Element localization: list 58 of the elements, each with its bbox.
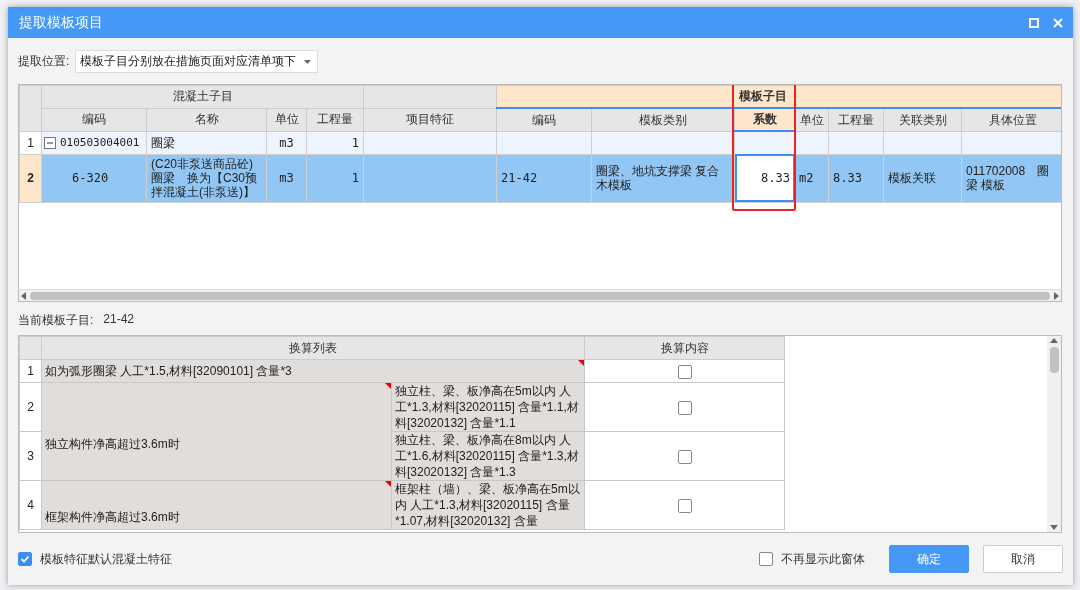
caret-icon xyxy=(304,59,312,64)
table-cell: 框架构件净高超过3.6m时 xyxy=(41,480,392,530)
checkbox[interactable] xyxy=(677,401,692,416)
row-number: 2 xyxy=(19,382,42,432)
checkbox-label: 模板特征默认混凝土特征 xyxy=(40,550,172,568)
collapse-icon[interactable] xyxy=(44,136,56,149)
row-number: 2 xyxy=(19,154,42,203)
table-cell: 框架柱（墙）、梁、板净高在5m以内 人工*1.3,材料[32020115] 含量*1.07,材料[32020132] 含量 xyxy=(391,480,585,530)
table-cell: 1 xyxy=(306,154,364,203)
table-cell: 011702008 圈梁 模板 xyxy=(961,154,1061,203)
table-cell: 独立柱、梁、板净高在5m以内 人工*1.3,材料[32020115] 含量*1.1,材料[32020132] 含量*1.1 xyxy=(391,382,585,432)
checkbox[interactable] xyxy=(677,450,692,465)
table-cell: m3 xyxy=(266,154,307,203)
row-number: 3 xyxy=(19,431,42,481)
left-arrow-icon xyxy=(21,291,26,300)
cancel-button[interactable]: 取消 xyxy=(983,545,1063,573)
horizontal-scrollbar[interactable] xyxy=(19,288,1061,302)
group-header: 模板子目 xyxy=(496,85,1061,109)
up-arrow-icon xyxy=(1050,338,1058,344)
table-cell: 独立构件净高超过3.6m时 xyxy=(41,382,392,481)
table-cell: 圈梁 xyxy=(146,131,267,155)
down-arrow-icon xyxy=(1050,525,1058,530)
column-header[interactable]: 名称 xyxy=(146,108,267,132)
maximize-icon[interactable] xyxy=(1029,17,1039,28)
table-cell: 模板关联 xyxy=(883,154,962,203)
checkbox[interactable] xyxy=(18,552,32,566)
scrollbar-thumb[interactable] xyxy=(30,291,1050,300)
checkbox[interactable] xyxy=(759,552,773,566)
checkbox-label: 不再显示此窗体 xyxy=(781,550,865,568)
row-number: 4 xyxy=(19,480,42,530)
table-cell: 独立柱、梁、板净高在8m以内 人工*1.6,材料[32020115] 含量*1.3,材料[32020132] 含量*1.3 xyxy=(391,431,585,481)
table-cell: 6-320 xyxy=(41,154,147,203)
table-cell: 21-42 xyxy=(496,154,592,203)
table-cell: 8.33 xyxy=(828,154,884,203)
table-cell: 如为弧形圈梁 人工*1.5,材料[32090101] 含量*3 xyxy=(41,359,585,383)
group-header: 混凝土子目 xyxy=(41,85,364,109)
header-cell xyxy=(19,85,42,132)
current-item-label: 当前模板子目: xyxy=(18,312,94,330)
table-cell: m2 xyxy=(794,154,829,203)
right-arrow-icon xyxy=(1054,291,1059,300)
column-header: 换算列表 xyxy=(41,336,585,360)
location-dropdown[interactable]: 模板子目分别放在措施页面对应清单项下 xyxy=(75,50,319,74)
checkmark-icon xyxy=(20,554,30,564)
close-icon[interactable] xyxy=(1053,17,1063,28)
row-number: 1 xyxy=(19,359,42,383)
row-number: 1 xyxy=(19,131,42,155)
scrollbar-thumb[interactable] xyxy=(1049,347,1059,374)
column-header: 换算内容 xyxy=(584,336,785,360)
window-title: 提取模板项目 xyxy=(19,13,104,32)
column-header[interactable]: 项目特征 xyxy=(363,108,497,132)
header-cell xyxy=(19,336,42,360)
current-item-value: 21-42 xyxy=(103,312,135,329)
checkbox[interactable] xyxy=(677,499,692,514)
vertical-scrollbar[interactable] xyxy=(1047,336,1061,532)
table-cell: 圈梁、地坑支撑梁 复合木模板 xyxy=(591,154,735,203)
checkbox[interactable] xyxy=(677,365,692,380)
table-cell: (C20非泵送商品砼)圈梁 换为【C30预拌混凝土(非泵送)】 xyxy=(146,154,267,203)
location-label: 提取位置: xyxy=(18,53,70,71)
